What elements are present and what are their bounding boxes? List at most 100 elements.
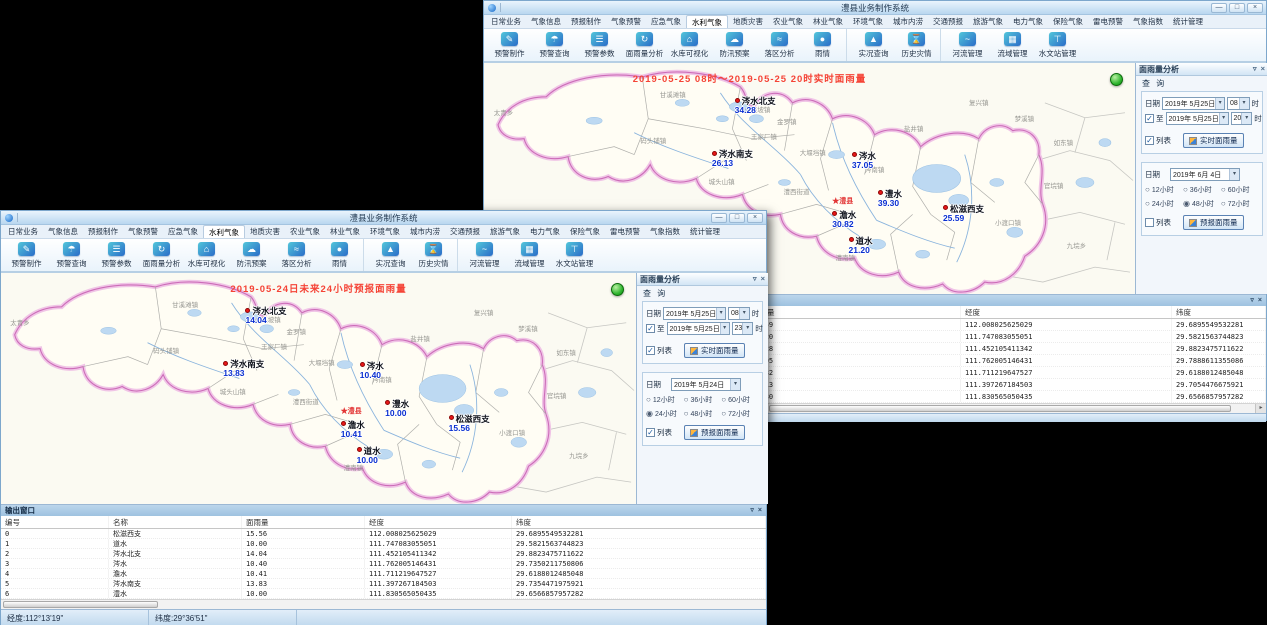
menu-tab[interactable]: 预报制作 [566, 15, 606, 28]
ribbon-button[interactable]: 历史灾情 [896, 29, 941, 61]
ribbon-button[interactable]: 预警参数 [94, 239, 139, 271]
menu-tab[interactable]: 城市内涝 [405, 225, 445, 238]
menu-tab[interactable]: 统计管理 [1168, 15, 1208, 28]
list-checkbox[interactable]: ✓ [1145, 136, 1154, 145]
menu-tab[interactable]: 统计管理 [685, 225, 725, 238]
titlebar[interactable]: 澧县业务制作系统 — □ × [1, 211, 766, 225]
ribbon-button[interactable]: 雨情 [802, 29, 847, 61]
ribbon-button[interactable]: 预警查询 [49, 239, 94, 271]
ribbon-button[interactable]: 历史灾情 [413, 239, 458, 271]
menu-tab[interactable]: 旅游气象 [968, 15, 1008, 28]
ribbon-button[interactable]: 实况查询 [851, 29, 896, 61]
ribbon-button[interactable]: 面雨量分析 [139, 239, 184, 271]
ribbon-button[interactable]: 预警参数 [577, 29, 622, 61]
close-icon[interactable]: × [758, 506, 762, 516]
duration-radio[interactable]: ○36小时 [684, 395, 722, 405]
menu-tab[interactable]: 保险气象 [565, 225, 605, 238]
menu-tab[interactable]: 气象预警 [606, 15, 646, 28]
table-row[interactable]: 5 涔水南支 13.83 111.397267184503 29.7354471… [1, 579, 766, 589]
from-hour-select[interactable]: 08▾ [728, 307, 750, 320]
menu-tab[interactable]: 气象指数 [1128, 15, 1168, 28]
ribbon-button[interactable]: 实况查询 [368, 239, 413, 271]
menu-tab[interactable]: 环境气象 [365, 225, 405, 238]
ribbon-button[interactable]: 流域管理 [990, 29, 1035, 61]
duration-radio[interactable]: ◉48小时 [1183, 199, 1221, 209]
duration-radio[interactable]: ○48小时 [684, 409, 722, 419]
duration-radio[interactable]: ○12小时 [646, 395, 684, 405]
menu-tab[interactable]: 水利气象 [686, 15, 728, 28]
forecast-date-select[interactable]: 2019年 5月24日▾ [671, 378, 741, 391]
to-checkbox[interactable]: ✓ [646, 324, 655, 333]
menu-tab[interactable]: 应急气象 [646, 15, 686, 28]
menu-tab[interactable]: 电力气象 [1008, 15, 1048, 28]
ribbon-button[interactable]: 预警制作 [487, 29, 532, 61]
menu-tab[interactable]: 日常业务 [3, 225, 43, 238]
ribbon-button[interactable]: 水库可视化 [184, 239, 229, 271]
maximize-button[interactable]: □ [729, 213, 745, 223]
duration-radio[interactable]: ○36小时 [1183, 185, 1221, 195]
pin-icon[interactable]: ▿ [750, 506, 754, 516]
duration-radio[interactable]: ○60小时 [721, 395, 759, 405]
menu-tab[interactable]: 地质灾害 [245, 225, 285, 238]
menu-tab[interactable]: 林业气象 [808, 15, 848, 28]
to-hour-select[interactable]: 20▾ [1231, 112, 1253, 125]
ribbon-button[interactable]: 河流管理 [945, 29, 990, 61]
list-checkbox[interactable]: ✓ [646, 346, 655, 355]
menu-tab[interactable]: 日常业务 [486, 15, 526, 28]
forecast-date-select[interactable]: 2019年 6月 4日▾ [1170, 168, 1240, 181]
menu-tab[interactable]: 应急气象 [163, 225, 203, 238]
table-row[interactable]: 3 涔水 10.40 111.762005146431 29.735021175… [1, 559, 766, 569]
menu-tab[interactable]: 气象信息 [43, 225, 83, 238]
ribbon-button[interactable]: 预警制作 [4, 239, 49, 271]
to-checkbox[interactable]: ✓ [1145, 114, 1154, 123]
duration-radio[interactable]: ○72小时 [721, 409, 759, 419]
to-date-select[interactable]: 2019年 5月25日▾ [1166, 112, 1229, 125]
duration-radio[interactable]: ○72小时 [1221, 199, 1259, 209]
horizontal-scrollbar[interactable] [1, 599, 766, 609]
duration-radio[interactable]: ○60小时 [1221, 185, 1259, 195]
menu-tab[interactable]: 保险气象 [1048, 15, 1088, 28]
forecast-rainfall-button[interactable]: 预报面雨量 [1183, 215, 1244, 230]
scrollbar-thumb[interactable] [769, 405, 1231, 412]
forecast-rainfall-button[interactable]: 预报面雨量 [684, 425, 745, 440]
close-icon[interactable]: × [761, 273, 765, 285]
close-icon[interactable]: × [1261, 63, 1265, 75]
table-row[interactable]: 4 澹水 10.41 111.711219647527 29.618801248… [1, 569, 766, 579]
close-button[interactable]: × [1247, 3, 1263, 13]
realtime-rainfall-button[interactable]: 实时面雨量 [684, 343, 745, 358]
to-date-select[interactable]: 2019年 5月25日▾ [667, 322, 730, 335]
menu-tab[interactable]: 气象指数 [645, 225, 685, 238]
menu-tab[interactable]: 气象预警 [123, 225, 163, 238]
ribbon-button[interactable]: 面雨量分析 [622, 29, 667, 61]
ribbon-button[interactable]: 雨情 [319, 239, 364, 271]
menu-tab[interactable]: 地质灾害 [728, 15, 768, 28]
menu-tab[interactable]: 水利气象 [203, 225, 245, 238]
menu-tab[interactable]: 雷电预警 [605, 225, 645, 238]
menu-tab[interactable]: 交通预报 [445, 225, 485, 238]
map-locate-button[interactable] [611, 283, 624, 296]
pin-icon[interactable]: ▿ [1250, 296, 1254, 306]
ribbon-button[interactable]: 水文站管理 [1035, 29, 1080, 61]
menu-tab[interactable]: 城市内涝 [888, 15, 928, 28]
forecast-list-checkbox[interactable]: ✓ [646, 428, 655, 437]
scroll-right-arrow-icon[interactable]: ▸ [1255, 404, 1266, 413]
from-hour-select[interactable]: 08▾ [1227, 97, 1250, 110]
duration-radio[interactable]: ○12小时 [1145, 185, 1183, 195]
ribbon-button[interactable]: 落区分析 [274, 239, 319, 271]
menu-tab[interactable]: 雷电预警 [1088, 15, 1128, 28]
menu-tab[interactable]: 交通预报 [928, 15, 968, 28]
to-hour-select[interactable]: 23▾ [732, 322, 754, 335]
ribbon-button[interactable]: 水库可视化 [667, 29, 712, 61]
duration-radio[interactable]: ◉24小时 [646, 409, 684, 419]
menu-tab[interactable]: 林业气象 [325, 225, 365, 238]
from-date-select[interactable]: 2019年 5月25日▾ [663, 307, 726, 320]
duration-radio[interactable]: ○24小时 [1145, 199, 1183, 209]
table-row[interactable]: 1 道水 10.00 111.747083055051 29.582156374… [1, 539, 766, 549]
ribbon-button[interactable]: 流域管理 [507, 239, 552, 271]
titlebar[interactable]: 澧县业务制作系统 — □ × [484, 1, 1266, 15]
forecast-list-checkbox[interactable] [1145, 218, 1154, 227]
realtime-rainfall-button[interactable]: 实时面雨量 [1183, 133, 1244, 148]
ribbon-button[interactable]: 防汛预案 [229, 239, 274, 271]
pin-icon[interactable]: ▿ [753, 273, 757, 285]
menu-tab[interactable]: 农业气象 [285, 225, 325, 238]
